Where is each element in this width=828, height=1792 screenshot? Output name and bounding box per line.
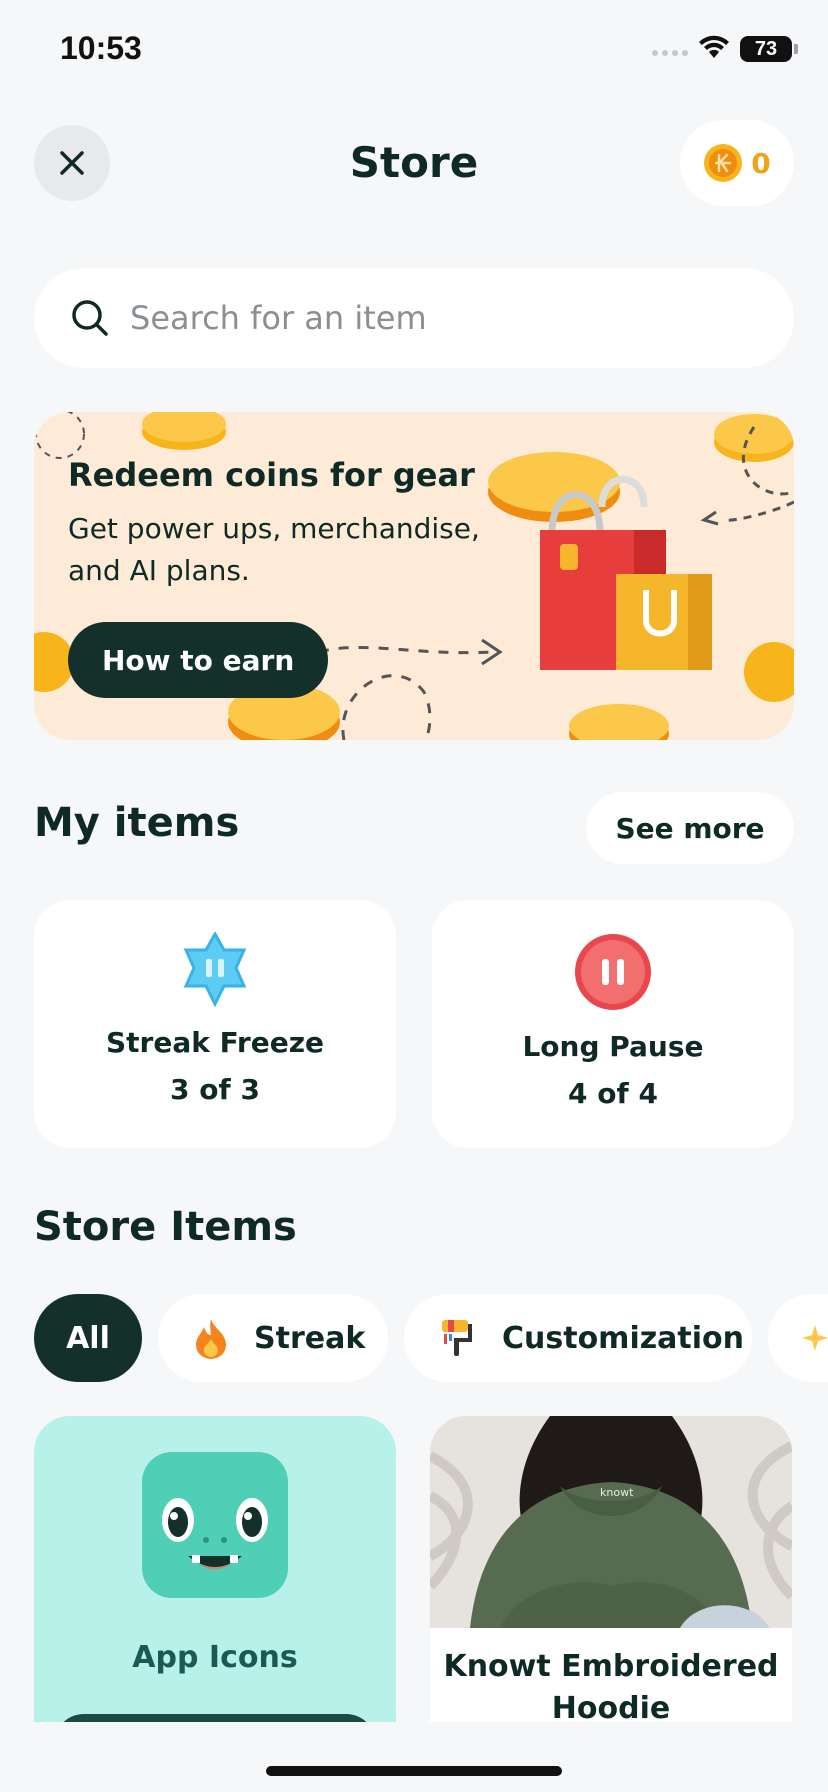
app-icons-button[interactable]	[54, 1714, 376, 1722]
store-items-heading: Store Items	[34, 1204, 297, 1250]
item-count: 4 of 4	[568, 1077, 658, 1110]
hoodie-print-text: knowt	[600, 1486, 634, 1499]
sparkle-icon	[800, 1323, 828, 1353]
search-icon	[72, 300, 108, 336]
promo-banner: Redeem coins for gear Get power ups, mer…	[34, 412, 794, 740]
battery-icon: 73	[740, 36, 798, 62]
filter-chip-customization[interactable]: Customization	[404, 1294, 752, 1382]
filter-chips: All Streak Customization	[34, 1294, 828, 1382]
long-pause-icon	[573, 932, 653, 1016]
search-input[interactable]	[130, 299, 730, 337]
coin-icon	[704, 144, 743, 182]
promo-text: Get power ups, merchandise, and AI plans…	[68, 512, 480, 587]
filter-chip-streak[interactable]: Streak	[158, 1294, 388, 1382]
item-name: Long Pause	[522, 1030, 704, 1063]
filter-chip-more[interactable]	[768, 1294, 828, 1382]
my-item-long-pause[interactable]: Long Pause 4 of 4	[432, 900, 794, 1148]
streak-freeze-icon	[180, 930, 250, 1012]
wifi-icon	[698, 34, 730, 64]
store-card-label: Knowt Embroidered Hoodie	[443, 1649, 779, 1722]
paint-roller-icon	[440, 1316, 476, 1360]
coin-count: 0	[751, 146, 771, 180]
my-item-streak-freeze[interactable]: Streak Freeze 3 of 3	[34, 900, 396, 1148]
coin-balance-button[interactable]: 0	[680, 120, 794, 206]
my-items-heading: My items	[34, 800, 240, 846]
store-card-app-icons[interactable]: App Icons	[34, 1416, 396, 1722]
how-to-earn-button[interactable]: How to earn	[68, 622, 329, 698]
cellular-signal-icon	[652, 50, 688, 56]
item-count: 3 of 3	[170, 1073, 260, 1106]
filter-chip-all[interactable]: All	[34, 1294, 142, 1382]
home-indicator[interactable]	[266, 1766, 562, 1776]
status-bar: 10:53 73	[0, 0, 828, 100]
flame-icon	[194, 1317, 228, 1359]
chip-label: Customization	[502, 1320, 745, 1356]
app-mascot-icon	[142, 1452, 288, 1602]
hoodie-photo: knowt	[430, 1416, 792, 1628]
store-card-label: App Icons	[132, 1640, 298, 1675]
see-more-button[interactable]: See more	[586, 792, 794, 864]
store-card-hoodie[interactable]: knowt Knowt Embroidered Hoodie	[430, 1416, 792, 1722]
chip-label: Streak	[254, 1320, 366, 1356]
item-name: Streak Freeze	[105, 1026, 325, 1059]
status-time: 10:53	[60, 30, 142, 66]
search-bar[interactable]	[34, 268, 794, 368]
chip-label: All	[66, 1320, 110, 1356]
promo-title: Redeem coins for gear	[68, 456, 475, 494]
